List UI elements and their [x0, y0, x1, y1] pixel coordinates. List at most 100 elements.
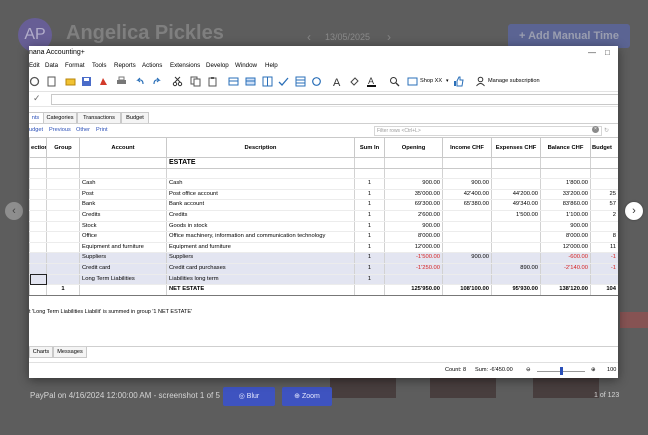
cell-expenses[interactable] — [491, 221, 541, 233]
print-icon[interactable] — [116, 76, 127, 87]
cell-income[interactable] — [442, 242, 492, 254]
menu-help[interactable]: Help — [265, 62, 278, 69]
table-row[interactable]: Post Post office account 1 35'000.00 42'400.… — [29, 189, 618, 201]
cell-balance[interactable]: -600.00 — [540, 252, 591, 264]
table-row[interactable] — [29, 168, 618, 180]
menu-tools[interactable]: Tools — [92, 62, 106, 69]
shop-icon[interactable] — [407, 76, 418, 87]
cell-expenses[interactable]: 44'200.00 — [491, 189, 541, 201]
cell-expenses[interactable] — [491, 242, 541, 254]
cell-group[interactable] — [46, 263, 80, 275]
cell-account[interactable]: Bank — [79, 199, 167, 211]
cell-group[interactable] — [46, 252, 80, 264]
total-expenses[interactable]: 95'930.00 — [491, 284, 541, 296]
cell-balance[interactable]: 900.00 — [540, 221, 591, 233]
cell-income[interactable] — [442, 231, 492, 243]
table-row[interactable]: Bank Bank account 1 69'300.00 65'380.00 49'34… — [29, 199, 618, 211]
total-opening[interactable]: 125'950.00 — [384, 284, 443, 296]
cell-edit-input[interactable] — [51, 94, 618, 105]
text-color-icon[interactable]: A — [366, 76, 377, 87]
col-sumin-header[interactable]: Sum In — [354, 137, 385, 158]
total-budget[interactable]: 104 — [590, 284, 618, 296]
total-empty-cell[interactable] — [29, 284, 47, 296]
col-balance-header[interactable]: Balance CHF — [540, 137, 591, 158]
cell-group[interactable] — [46, 199, 80, 211]
cell-expenses[interactable]: 49'340.00 — [491, 199, 541, 211]
save-icon[interactable] — [81, 76, 92, 87]
view-previous-link[interactable]: Previous — [49, 127, 71, 133]
cell-budget[interactable] — [590, 178, 618, 190]
cell-sumin[interactable]: 1 — [354, 210, 385, 222]
cell-balance[interactable] — [540, 274, 591, 286]
view-other-link[interactable]: Other — [76, 127, 90, 133]
cell-opening[interactable]: -1'250.00 — [384, 263, 443, 275]
cell-expenses[interactable] — [491, 274, 541, 286]
cell-balance[interactable]: 33'200.00 — [540, 189, 591, 201]
zoom-out-icon[interactable]: ⊖ — [526, 367, 531, 373]
undo-icon[interactable] — [135, 76, 146, 87]
col-description-header[interactable]: Description — [166, 137, 355, 158]
cell-income[interactable] — [442, 221, 492, 233]
zoom-in-icon[interactable]: ⊕ — [591, 367, 596, 373]
view-print-link[interactable]: Print — [96, 127, 108, 133]
cell-group[interactable] — [46, 178, 80, 190]
cell-account[interactable]: Post — [79, 189, 167, 201]
cell-opening[interactable]: 900.00 — [384, 221, 443, 233]
pdf-icon[interactable] — [98, 76, 109, 87]
cell-sumin[interactable]: 1 — [354, 252, 385, 264]
tab-categories[interactable]: Categories — [43, 112, 77, 123]
cell-account[interactable]: Equipment and furniture — [79, 242, 167, 254]
cell-desc[interactable]: Credits — [166, 210, 355, 222]
insert-rows-icon[interactable] — [228, 76, 239, 87]
cell-balance[interactable]: 12'000.00 — [540, 242, 591, 254]
menu-format[interactable]: Format — [65, 62, 85, 69]
recalculate-icon[interactable] — [311, 76, 322, 87]
table-row[interactable]: Stock Goods in stock 1 900.00 900.00 — [29, 221, 618, 233]
cell-budget[interactable]: 57 — [590, 199, 618, 211]
table-row[interactable]: Suppliers Suppliers 1 -1'500.00 900.00 -600.0… — [29, 252, 618, 264]
menu-develop[interactable]: Develop — [206, 62, 229, 69]
cell-opening[interactable] — [384, 274, 443, 286]
cell-sumin[interactable]: 1 — [354, 242, 385, 254]
menu-window[interactable]: Window — [235, 62, 257, 69]
table-row[interactable]: Credits Credits 1 2'600.00 1'500.00 1'100.00 2 — [29, 210, 618, 222]
menu-extensions[interactable]: Extensions — [170, 62, 200, 69]
cell-desc[interactable]: Cash — [166, 178, 355, 190]
check-accounts-icon[interactable] — [278, 76, 289, 87]
cell-opening[interactable]: -1'500.00 — [384, 252, 443, 264]
col-account-header[interactable]: Account — [79, 137, 167, 158]
fill-color-icon[interactable] — [349, 76, 360, 87]
total-group[interactable]: 1 — [46, 284, 80, 296]
columns-icon[interactable] — [262, 76, 273, 87]
col-group-header[interactable]: Group — [46, 137, 80, 158]
cell-balance[interactable]: 83'860.00 — [540, 199, 591, 211]
col-expenses-header[interactable]: Expenses CHF — [491, 137, 541, 158]
cell-opening[interactable]: 8'000.00 — [384, 231, 443, 243]
tab-messages[interactable]: Messages — [53, 347, 87, 358]
cell-sumin[interactable]: 1 — [354, 199, 385, 211]
row-section-cell[interactable] — [29, 263, 47, 275]
cell-income[interactable] — [442, 210, 492, 222]
cell-desc[interactable]: Liabilities long term — [166, 274, 355, 286]
maximize-icon[interactable]: □ — [605, 48, 610, 57]
cell-sumin[interactable]: 1 — [354, 231, 385, 243]
row-section-cell[interactable] — [29, 221, 47, 233]
menu-data[interactable]: Data — [45, 62, 58, 69]
clear-filter-icon[interactable]: × — [592, 126, 599, 133]
cell-opening[interactable]: 35'000.00 — [384, 189, 443, 201]
cell-income[interactable]: 900.00 — [442, 252, 492, 264]
col-section-header[interactable]: ection — [29, 137, 47, 158]
settings-icon[interactable] — [29, 76, 40, 87]
cell-account[interactable]: Credits — [79, 210, 167, 222]
menu-edit[interactable]: Edit — [29, 62, 40, 69]
manage-subscription-link[interactable]: Manage subscription — [488, 78, 540, 84]
row-section-cell[interactable] — [29, 252, 47, 264]
cell-group[interactable] — [46, 242, 80, 254]
menu-reports[interactable]: Reports — [114, 62, 136, 69]
cell-income[interactable]: 65'380.00 — [442, 199, 492, 211]
col-budget-header[interactable]: Budget — [590, 137, 618, 158]
shop-dropdown-icon[interactable]: ▾ — [446, 78, 449, 84]
table-row[interactable]: Office Office machinery, information and … — [29, 231, 618, 243]
cell-group[interactable] — [46, 231, 80, 243]
total-income[interactable]: 108'100.00 — [442, 284, 492, 296]
